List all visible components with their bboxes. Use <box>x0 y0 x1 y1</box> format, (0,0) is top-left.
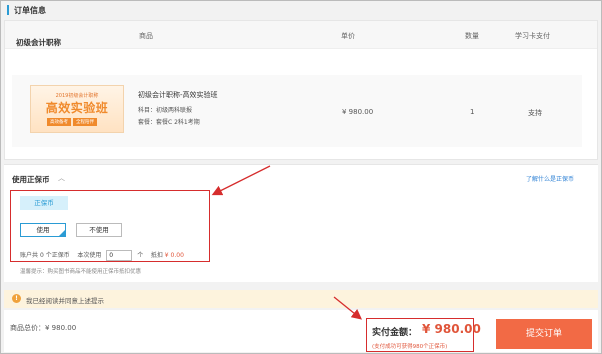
order-table-header: 商品 单价 数量 学习卡支付 <box>5 21 597 49</box>
use-coin-option[interactable]: 使用 <box>20 223 66 237</box>
col-quantity: 数量 <box>465 32 479 40</box>
course-thumbnail[interactable]: 2019初级会计职称 高效实验班 高效备考 全程陪伴 <box>30 85 124 133</box>
course-package: 套餐：套餐C 2科1考期 <box>138 119 200 126</box>
course-category: 初级会计职称 <box>16 38 61 47</box>
pay-amount-label: 实付金额： <box>372 328 418 338</box>
col-price: 单价 <box>341 32 355 40</box>
ensure-coin-title: 使用正保币 <box>12 175 50 184</box>
coin-account-line: 账户共 0 个正保币 本次使用 0 个 抵扣 ¥ 0.00 <box>20 250 184 261</box>
not-use-coin-option[interactable]: 不使用 <box>76 223 122 237</box>
warning-icon: ! <box>12 294 21 303</box>
pay-bonus-note: (支付成功可获得980个正保币) <box>372 344 448 350</box>
tab-ensure-coin[interactable]: 正保币 <box>20 196 68 210</box>
collapse-caret-icon[interactable]: ︿ <box>58 173 65 183</box>
section-accent-bar <box>7 5 9 15</box>
deduct-amount: ¥ 0.00 <box>164 252 184 259</box>
goods-total: 商品总价：¥ 980.00 <box>10 324 77 332</box>
item-price: ¥ 980.00 <box>342 108 374 116</box>
course-subject: 科目：初级两科联报 <box>138 107 193 114</box>
selected-corner-icon <box>58 229 66 237</box>
agreement-bar[interactable]: ! 我已经阅读并同意上述提示 <box>4 290 598 308</box>
agreement-text: 我已经阅读并同意上述提示 <box>26 297 104 305</box>
ensure-tip: 温馨提示：购买图书商品不能使用正保币抵扣优惠 <box>20 269 142 275</box>
col-card-pay: 学习卡支付 <box>515 32 550 40</box>
pay-amount-value: ¥ 980.00 <box>422 322 481 336</box>
item-card-pay: 支持 <box>528 109 542 117</box>
col-product: 商品 <box>139 32 153 40</box>
course-title[interactable]: 初级会计职称-高效实验班 <box>138 90 218 100</box>
ensure-coin-help-link[interactable]: 了解什么是正保币 <box>526 174 574 183</box>
submit-order-button[interactable]: 提交订单 <box>496 319 592 349</box>
order-section-title: 订单信息 <box>7 5 46 16</box>
coin-amount-input[interactable]: 0 <box>106 250 133 261</box>
item-quantity: 1 <box>470 108 475 116</box>
